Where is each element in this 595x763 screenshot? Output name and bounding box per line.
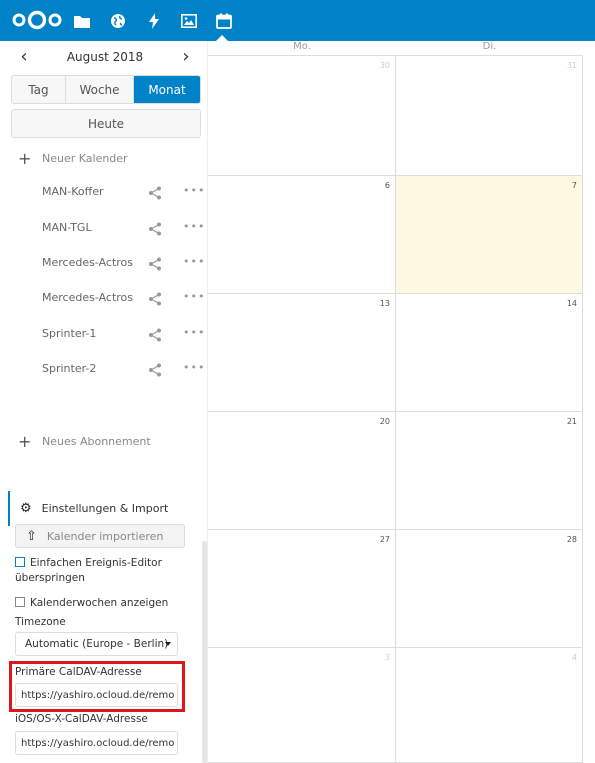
calendar-list-item[interactable]: MAN-TGL ••• (0, 216, 207, 242)
show-weeks-label: Kalenderwochen anzeigen (30, 597, 169, 609)
day-number: 13 (379, 299, 390, 308)
files-icon[interactable] (72, 11, 92, 31)
prev-month-button[interactable]: ‹ (14, 47, 34, 67)
view-day-button[interactable]: Tag (12, 76, 66, 103)
share-icon[interactable] (148, 363, 162, 377)
show-weeks-checkbox[interactable] (15, 597, 25, 607)
current-month-label[interactable]: August 2018 (40, 50, 170, 64)
timezone-value: Automatic (Europe - Berlin) (25, 638, 169, 650)
calendar-name: Mercedes-Actros (42, 256, 133, 269)
new-subscription-button[interactable]: + Neues Abonnement (18, 431, 151, 451)
calendar-list-item[interactable]: Sprinter-2 ••• (0, 357, 207, 383)
day-cell[interactable]: 28 (396, 530, 583, 648)
day-cell[interactable]: 27 (208, 530, 396, 648)
day-header-mon: Mo. (208, 41, 396, 56)
plus-icon: + (18, 431, 32, 451)
day-cell[interactable]: 31 (396, 56, 583, 176)
day-cell[interactable]: 14 (396, 294, 583, 412)
new-calendar-label: Neuer Kalender (42, 151, 128, 165)
day-cell[interactable]: 30 (208, 56, 396, 176)
day-number: 21 (566, 417, 577, 426)
simple-editor-label: Einfachen Ereignis-Editor (30, 557, 162, 569)
calendar-list-item[interactable]: Mercedes-Actros ••• (0, 286, 207, 312)
new-subscription-label: Neues Abonnement (42, 434, 151, 448)
more-options-icon[interactable]: ••• (183, 326, 205, 339)
import-calendar-label: Kalender importieren (46, 529, 164, 543)
calendar-name: Mercedes-Actros (42, 291, 133, 304)
calendar-icon[interactable] (214, 11, 234, 31)
simple-editor-checkbox[interactable] (15, 557, 25, 567)
view-week-button[interactable]: Woche (66, 76, 134, 103)
day-number: 3 (384, 653, 390, 662)
day-cell[interactable]: 4 (396, 648, 583, 763)
sidebar: ‹ August 2018 › Tag Woche Monat Heute + … (0, 41, 208, 763)
day-number: 4 (571, 653, 577, 662)
month-grid: Mo. Di. 30 31 6 7 13 14 20 21 27 28 3 4 (208, 41, 595, 763)
day-number: 6 (384, 181, 390, 190)
day-cell-today[interactable]: 7 (396, 176, 583, 294)
next-month-button[interactable]: › (176, 47, 196, 67)
share-icon[interactable] (148, 328, 162, 342)
new-calendar-button[interactable]: + Neuer Kalender (18, 148, 128, 168)
settings-import-toggle[interactable]: ⚙ Einstellungen & Import (8, 491, 207, 526)
ios-caldav-label: iOS/OS-X-CalDAV-Adresse (15, 713, 148, 725)
highlight-annotation (9, 661, 185, 712)
share-icon[interactable] (148, 257, 162, 271)
share-icon[interactable] (148, 186, 162, 200)
nextcloud-logo[interactable] (12, 10, 62, 30)
share-icon[interactable] (148, 292, 162, 306)
ios-caldav-field[interactable]: https://yashiro.ocloud.de/remo (15, 731, 178, 755)
show-weeks-option[interactable]: Kalenderwochen anzeigen (15, 596, 168, 611)
day-cell[interactable]: 21 (396, 412, 583, 530)
more-options-icon[interactable]: ••• (183, 184, 205, 197)
day-cell[interactable]: 3 (208, 648, 396, 763)
view-switcher: Tag Woche Monat (11, 75, 201, 104)
calendar-list-item[interactable]: MAN-Koffer ••• (0, 180, 207, 206)
plus-icon: + (18, 148, 32, 168)
calendar-name: MAN-Koffer (42, 185, 104, 198)
today-button[interactable]: Heute (11, 109, 201, 138)
simple-editor-option[interactable]: Einfachen Ereignis-Editor überspringen (15, 556, 162, 586)
globe-icon[interactable] (108, 11, 128, 31)
date-navigation: ‹ August 2018 › (0, 41, 207, 75)
simple-editor-label-cont: überspringen (15, 572, 85, 584)
day-number: 31 (566, 61, 577, 70)
day-cell[interactable]: 6 (208, 176, 396, 294)
day-number: 20 (379, 417, 390, 426)
day-cell[interactable]: 20 (208, 412, 396, 530)
calendar-list-item[interactable]: Mercedes-Actros ••• (0, 251, 207, 277)
more-options-icon[interactable]: ••• (183, 255, 205, 268)
top-bar (0, 0, 595, 41)
view-month-button[interactable]: Monat (134, 76, 200, 103)
timezone-select[interactable]: Automatic (Europe - Berlin) (15, 632, 178, 656)
calendar-name: Sprinter-1 (42, 327, 97, 340)
calendar-name: Sprinter-2 (42, 362, 97, 375)
calendar-name: MAN-TGL (42, 221, 92, 234)
day-number: 14 (566, 299, 577, 308)
day-number: 7 (571, 181, 577, 190)
chevron-down-icon (165, 642, 171, 646)
day-cell[interactable]: 13 (208, 294, 396, 412)
settings-header-label: Einstellungen & Import (41, 502, 169, 515)
import-calendar-button[interactable]: ⇧ Kalender importieren (15, 524, 185, 548)
day-number: 30 (379, 61, 390, 70)
gear-icon: ⚙ (20, 501, 32, 516)
more-options-icon[interactable]: ••• (183, 290, 205, 303)
calendar-list-item[interactable]: Sprinter-1 ••• (0, 322, 207, 348)
timezone-label: Timezone (15, 616, 66, 628)
share-icon[interactable] (148, 222, 162, 236)
upload-icon: ⇧ (26, 528, 37, 544)
sidebar-scrollbar[interactable] (202, 541, 207, 763)
more-options-icon[interactable]: ••• (183, 361, 205, 374)
day-number: 27 (379, 535, 390, 544)
day-header-tue: Di. (396, 41, 583, 56)
activity-icon[interactable] (144, 11, 164, 31)
day-number: 28 (566, 535, 577, 544)
more-options-icon[interactable]: ••• (183, 220, 205, 233)
gallery-icon[interactable] (179, 11, 199, 31)
